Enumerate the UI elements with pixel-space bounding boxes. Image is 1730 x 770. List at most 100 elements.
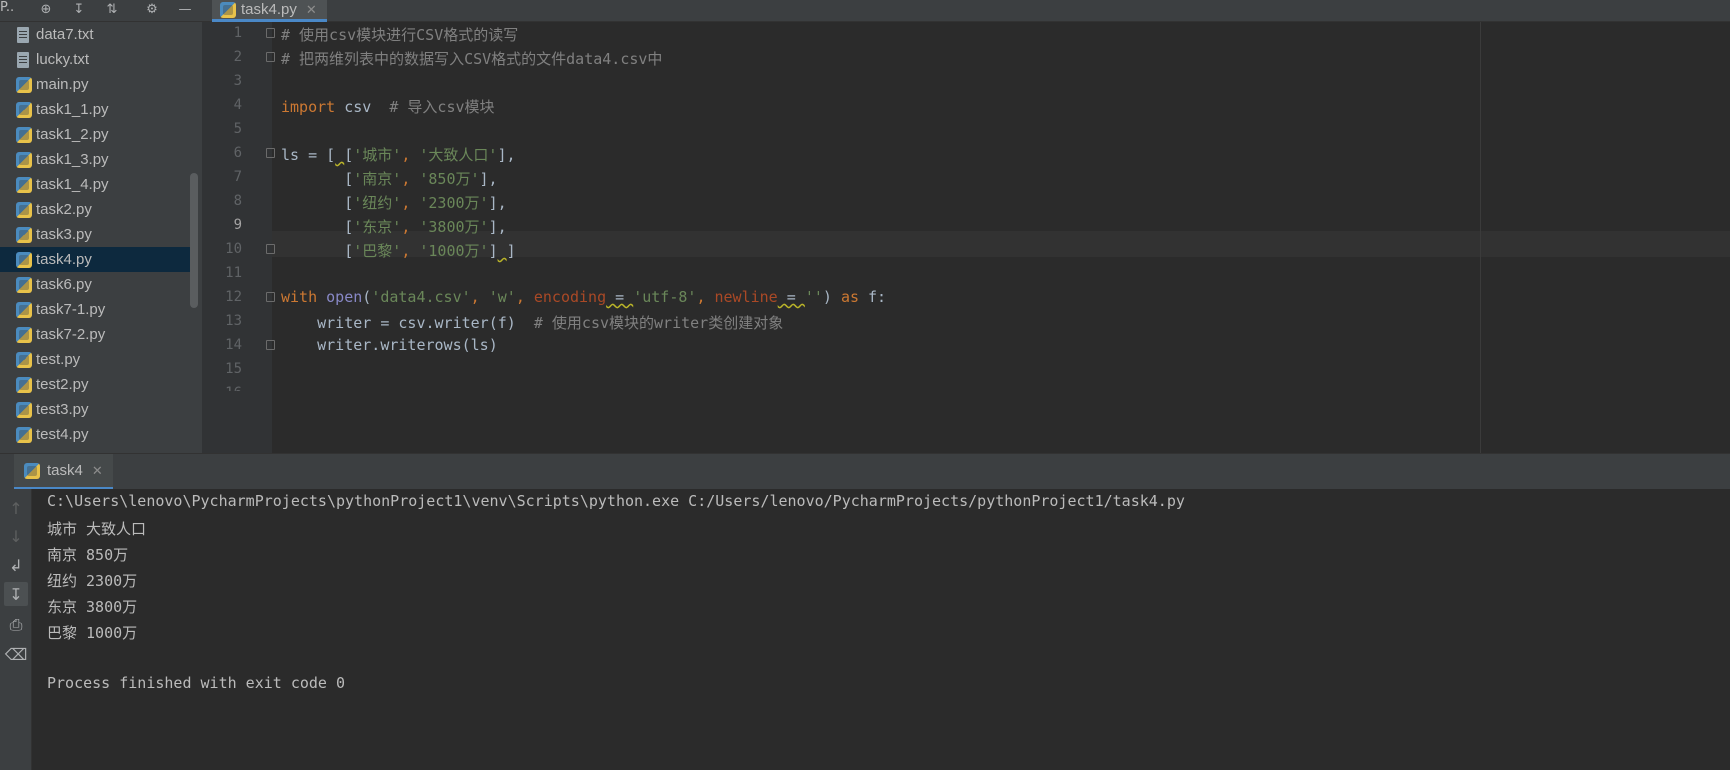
fold-marker-icon[interactable] bbox=[266, 244, 275, 254]
close-icon[interactable]: ✕ bbox=[92, 463, 103, 479]
line-number: 16 bbox=[202, 385, 242, 391]
python-file-icon bbox=[16, 151, 32, 168]
soft-wrap-icon[interactable]: ↲ bbox=[4, 553, 28, 577]
file-item[interactable]: task7-1.py bbox=[0, 297, 190, 322]
file-name: test.py bbox=[36, 351, 81, 368]
target-icon[interactable]: ⊕ bbox=[37, 0, 55, 18]
python-file-icon bbox=[16, 176, 32, 193]
line-number: 2 bbox=[233, 49, 242, 65]
file-name: task7-2.py bbox=[36, 326, 106, 343]
editor-tab-task4[interactable]: task4.py ✕ bbox=[212, 0, 327, 22]
line-number: 14 bbox=[225, 337, 242, 353]
console-line-exit: Process finished with exit code 0 bbox=[47, 674, 346, 692]
python-file-icon bbox=[16, 376, 32, 393]
file-item[interactable]: task1_1.py bbox=[0, 97, 190, 122]
up-arrow-icon[interactable]: ↑ bbox=[4, 496, 28, 520]
file-item[interactable]: task1_2.py bbox=[0, 122, 190, 147]
code-line-6: ls = [ ['城市', '大致人口'], bbox=[281, 146, 516, 164]
console-line: 南京 850万 bbox=[47, 546, 129, 564]
file-name: task1_4.py bbox=[36, 176, 109, 193]
run-tab-label: task4 bbox=[47, 462, 83, 479]
fold-marker-icon[interactable] bbox=[266, 340, 275, 350]
line-number: 8 bbox=[233, 193, 242, 209]
python-file-icon bbox=[16, 226, 32, 243]
python-file-icon bbox=[16, 326, 32, 343]
file-item[interactable]: task7-2.py bbox=[0, 322, 190, 347]
file-name: data7.txt bbox=[36, 26, 94, 43]
file-item[interactable]: data7.txt bbox=[0, 22, 190, 47]
python-file-icon bbox=[16, 201, 32, 218]
editor-tab-bar: task4.py ✕ bbox=[202, 0, 1730, 22]
project-scrollbar[interactable] bbox=[190, 173, 198, 308]
file-item[interactable]: main.py bbox=[0, 72, 190, 97]
console-output[interactable]: C:\Users\lenovo\PycharmProjects\pythonPr… bbox=[32, 489, 1730, 770]
console-line: 城市 大致人口 bbox=[47, 520, 147, 538]
file-item[interactable]: task3.py bbox=[0, 222, 190, 247]
code-line-12: with open('data4.csv', 'w', encoding = '… bbox=[281, 288, 887, 306]
project-panel: data7.txt lucky.txt main.py task1_1.py t… bbox=[0, 22, 202, 453]
file-item[interactable]: task2.py bbox=[0, 197, 190, 222]
file-name: task3.py bbox=[36, 226, 92, 243]
print-icon[interactable]: ⎙ bbox=[4, 613, 28, 637]
code-line-10: ['巴黎', '1000万'] ] bbox=[281, 242, 516, 260]
python-file-icon bbox=[220, 1, 236, 18]
python-run-icon bbox=[24, 462, 40, 479]
file-name: task2.py bbox=[36, 201, 92, 218]
close-icon[interactable]: ✕ bbox=[306, 2, 317, 18]
file-item[interactable]: task6.py bbox=[0, 272, 190, 297]
file-name: task4.py bbox=[36, 251, 92, 268]
code-line-13: writer = csv.writer(f) # 使用csv模块的writer类… bbox=[281, 314, 784, 332]
code-line-8: ['纽约', '2300万'], bbox=[281, 194, 507, 212]
console-line: C:\Users\lenovo\PycharmProjects\pythonPr… bbox=[47, 492, 1185, 510]
code-line-14: writer.writerows(ls) bbox=[281, 336, 498, 354]
python-file-icon bbox=[16, 126, 32, 143]
file-item-selected[interactable]: task4.py bbox=[0, 247, 190, 272]
down-arrow-icon[interactable]: ↓ bbox=[4, 524, 28, 548]
run-tab-task4[interactable]: task4 ✕ bbox=[14, 454, 113, 490]
trash-icon[interactable]: ⌫ bbox=[4, 642, 28, 666]
file-item[interactable]: task1_3.py bbox=[0, 147, 190, 172]
expand-all-icon[interactable]: ⇅ bbox=[103, 0, 121, 18]
python-file-icon bbox=[16, 426, 32, 443]
file-name: test2.py bbox=[36, 376, 89, 393]
file-item[interactable]: test3.py bbox=[0, 397, 190, 422]
file-item[interactable]: task1_4.py bbox=[0, 172, 190, 197]
line-number-current: 9 bbox=[233, 217, 242, 233]
python-file-icon bbox=[16, 401, 32, 418]
line-number: 1 bbox=[233, 25, 242, 41]
file-name: task6.py bbox=[36, 276, 92, 293]
line-number: 15 bbox=[225, 361, 242, 377]
line-number: 3 bbox=[233, 73, 242, 89]
collapse-all-icon[interactable]: ↧ bbox=[70, 0, 88, 18]
python-file-icon bbox=[16, 276, 32, 293]
fold-marker-icon[interactable] bbox=[266, 148, 275, 158]
file-name: task1_1.py bbox=[36, 101, 109, 118]
code-line-9: ['东京', '3800万'], bbox=[281, 218, 507, 236]
run-toolbar: ↑ ↓ ↲ ↧ ⎙ ⌫ bbox=[0, 489, 32, 770]
right-margin-guide bbox=[1480, 22, 1481, 453]
fold-marker-icon[interactable] bbox=[266, 52, 275, 62]
project-view-dropdown[interactable]: P.. bbox=[0, 0, 14, 18]
file-item[interactable]: lucky.txt bbox=[0, 47, 190, 72]
fold-marker-icon[interactable] bbox=[266, 292, 275, 302]
editor-tab-label: task4.py bbox=[241, 1, 297, 18]
file-name: test3.py bbox=[36, 401, 89, 418]
console-line: 巴黎 1000万 bbox=[47, 624, 138, 642]
file-name: task1_3.py bbox=[36, 151, 109, 168]
text-file-icon bbox=[17, 51, 29, 68]
line-number: 10 bbox=[225, 241, 242, 257]
file-name: main.py bbox=[36, 76, 89, 93]
scroll-to-end-icon[interactable]: ↧ bbox=[4, 582, 28, 606]
file-item[interactable]: test2.py bbox=[0, 372, 190, 397]
code-line-4: import csv # 导入csv模块 bbox=[281, 98, 495, 116]
python-file-icon bbox=[16, 251, 32, 268]
line-number: 4 bbox=[233, 97, 242, 113]
code-line-1: # 使用csv模块进行CSV格式的读写 bbox=[281, 26, 519, 44]
code-editor[interactable]: 1 2 3 4 5 6 7 8 9 10 11 12 13 14 15 16 #… bbox=[202, 22, 1730, 453]
fold-marker-icon[interactable] bbox=[266, 28, 275, 38]
file-name: task1_2.py bbox=[36, 126, 109, 143]
gear-icon[interactable]: ⚙ bbox=[143, 0, 161, 18]
minimize-icon[interactable]: — bbox=[176, 0, 194, 18]
file-item[interactable]: test.py bbox=[0, 347, 190, 372]
file-item[interactable]: test4.py bbox=[0, 422, 190, 447]
